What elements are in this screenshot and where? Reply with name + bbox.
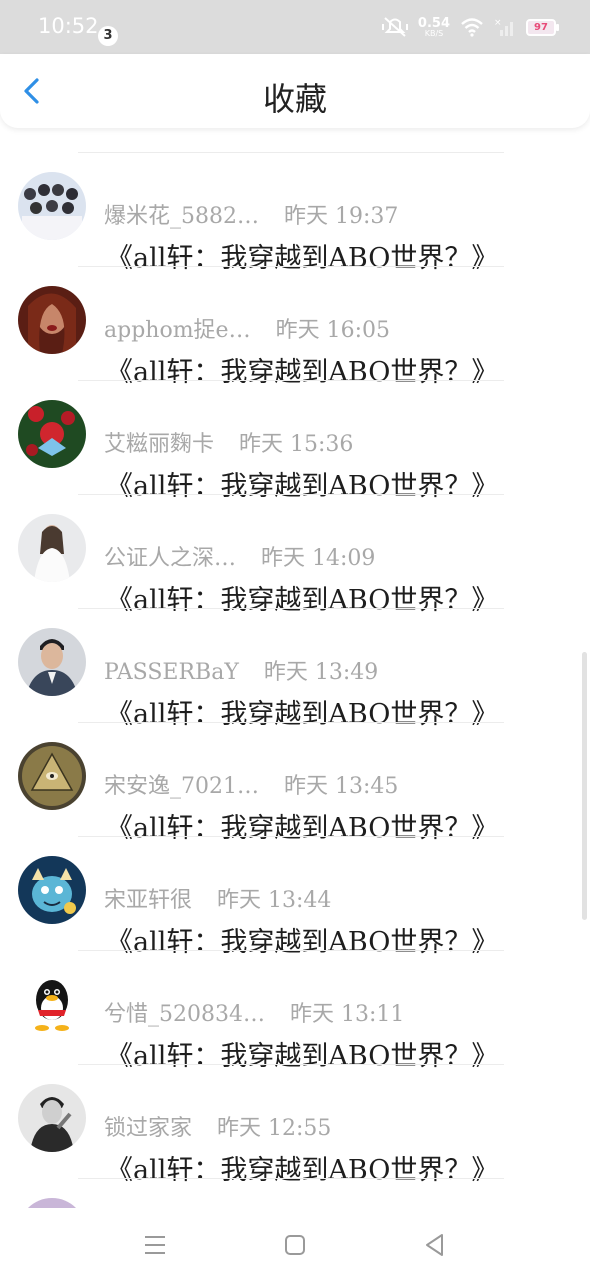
list-item[interactable]: apphom捉e… 昨天 16:05 《all轩：我穿越到ABO世界？》 <box>0 266 590 388</box>
notification-count-badge: 3 <box>98 26 118 46</box>
user-name: apphom捉e… <box>104 318 251 343</box>
user-name: 艾糍丽麴卡 <box>104 432 215 457</box>
user-name: 公证人之深… <box>104 546 237 571</box>
user-name: 锁过家家 <box>104 1116 193 1141</box>
list-item[interactable]: PASSERBaY 昨天 13:49 《all轩：我穿越到ABO世界？》 <box>0 608 590 730</box>
avatar <box>18 856 86 924</box>
avatar <box>18 1198 86 1208</box>
wifi-icon <box>461 18 483 37</box>
timestamp: 昨天 13:49 <box>263 660 379 685</box>
timestamp: 昨天 14:09 <box>261 546 376 571</box>
list-item[interactable]: 宋亚轩很 昨天 13:44 《all轩：我穿越到ABO世界？》 <box>0 836 590 958</box>
list-item[interactable]: 艾糍丽麴卡 昨天 15:36 《all轩：我穿越到ABO世界？》 <box>0 380 590 502</box>
avatar <box>18 400 86 468</box>
favorites-list[interactable]: 爆米花_5882… 昨天 19:37 《all轩：我穿越到ABO世界？》 app… <box>0 128 590 1208</box>
timestamp: 昨天 15:36 <box>239 432 354 457</box>
top-app-bar: 收藏 <box>0 54 590 128</box>
list-item[interactable]: 宋安逸_7021… 昨天 13:45 《all轩：我穿越到ABO世界？》 <box>0 722 590 844</box>
user-name: 兮惜_520834… <box>104 1002 265 1027</box>
avatar <box>18 1084 86 1152</box>
avatar <box>18 172 86 240</box>
timestamp: 昨天 13:44 <box>217 888 332 913</box>
page-title: 收藏 <box>262 80 327 118</box>
user-name: 宋亚轩很 <box>104 888 193 913</box>
list-item[interactable]: 锁过家家 昨天 12:55 《all轩：我穿越到ABO世界？》 <box>0 1064 590 1186</box>
timestamp: 昨天 12:55 <box>217 1116 332 1141</box>
timestamp: 昨天 19:37 <box>284 204 399 229</box>
menu-icon[interactable] <box>140 1230 170 1260</box>
avatar <box>18 286 86 354</box>
signal-icon: × <box>494 18 513 36</box>
battery-indicator: 97 <box>526 18 559 36</box>
user-name: 爆米花_5882… <box>104 204 259 229</box>
timestamp: 昨天 13:11 <box>289 1002 405 1027</box>
status-icons: 0.54 KB/S × 97 <box>381 14 559 40</box>
user-name: 宋安逸_7021… <box>104 774 259 799</box>
status-time: 10:52 <box>38 14 99 38</box>
item-title: 《all轩：我穿越到ABO世界？》 <box>106 1155 499 1186</box>
avatar <box>18 742 86 810</box>
svg-text:×: × <box>494 18 502 28</box>
mute-vibrate-icon <box>381 17 408 37</box>
home-icon[interactable] <box>280 1230 310 1260</box>
timestamp: 昨天 16:05 <box>275 318 390 343</box>
network-speed: 0.54 KB/S <box>417 15 450 38</box>
list-item[interactable]: 兮惜_520834… 昨天 13:11 《all轩：我穿越到ABO世界？》 <box>0 950 590 1072</box>
avatar <box>18 628 86 696</box>
scrollbar[interactable] <box>582 652 587 920</box>
status-bar: 10:52 3 0.54 KB/S × 97 <box>0 0 590 54</box>
user-name: PASSERBaY <box>104 660 239 685</box>
list-item[interactable]: 爆米花_5882… 昨天 19:37 《all轩：我穿越到ABO世界？》 <box>0 152 590 274</box>
list-divider <box>78 1178 504 1179</box>
avatar <box>18 970 86 1038</box>
avatar <box>18 514 86 582</box>
list-item[interactable]: 公证人之深… 昨天 14:09 《all轩：我穿越到ABO世界？》 <box>0 494 590 616</box>
system-navigation-bar <box>0 1208 590 1280</box>
timestamp: 昨天 13:45 <box>284 774 399 799</box>
back-triangle-icon[interactable] <box>420 1230 450 1260</box>
